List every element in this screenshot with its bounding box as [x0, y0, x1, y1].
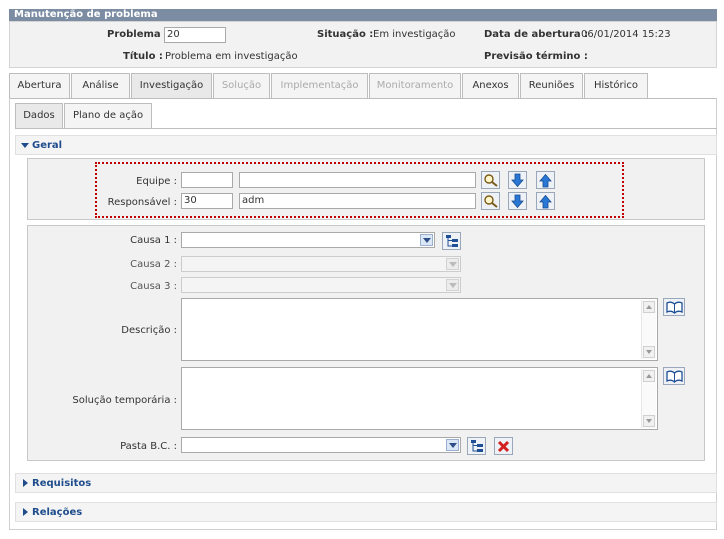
tab-investigacao[interactable]: Investigação — [131, 73, 212, 98]
book-icon — [666, 301, 683, 314]
solucao-temporaria-scrollbar[interactable] — [641, 369, 656, 428]
header-panel: Problema : 20 Situação : Em investigação… — [9, 21, 717, 68]
scroll-up-icon[interactable] — [643, 301, 655, 313]
chevron-down-icon[interactable] — [446, 439, 459, 451]
solucao-temporaria-label: Solução temporária : — [72, 395, 177, 406]
search-icon — [484, 174, 498, 187]
pasta-bc-label: Pasta B.C. : — [120, 441, 177, 452]
previsao-label: Previsão término : — [484, 51, 588, 62]
tree-icon — [471, 440, 483, 452]
titulo-label: Título : — [123, 51, 163, 62]
descricao-label: Descrição : — [121, 325, 177, 336]
chevron-down-icon — [446, 279, 459, 291]
section-requisitos[interactable]: Requisitos — [15, 473, 717, 493]
causa2-label: Causa 2 : — [130, 259, 177, 270]
section-geral-label: Geral — [32, 140, 63, 151]
scroll-down-icon[interactable] — [643, 415, 655, 427]
causa1-select[interactable] — [181, 232, 435, 248]
book-icon — [666, 370, 683, 383]
triangle-right-icon — [23, 508, 28, 516]
responsavel-up-button[interactable] — [536, 192, 555, 210]
search-icon — [484, 195, 498, 208]
tab-abertura[interactable]: Abertura — [9, 73, 70, 98]
problema-label: Problema : — [107, 29, 169, 40]
responsavel-search-button[interactable] — [481, 192, 500, 210]
titulo-value: Problema em investigação — [165, 51, 298, 62]
tab-reunioes[interactable]: Reuniões — [520, 73, 583, 98]
responsavel-label: Responsável : — [107, 197, 177, 208]
pasta-bc-value — [182, 439, 185, 450]
responsavel-code-input[interactable]: 30 — [181, 193, 233, 209]
equipe-search-button[interactable] — [481, 171, 500, 189]
window-title: Manutenção de problema — [9, 9, 717, 21]
tab-anexos[interactable]: Anexos — [462, 73, 519, 98]
causa1-label: Causa 1 : — [130, 235, 177, 246]
solucao-temporaria-textarea[interactable] — [181, 367, 658, 430]
delete-icon — [497, 440, 510, 453]
causa3-label: Causa 3 : — [130, 281, 177, 292]
responsavel-name-input[interactable]: adm — [239, 193, 476, 209]
equipe-code-input[interactable] — [181, 172, 233, 188]
arrow-down-icon — [511, 173, 524, 188]
chevron-down-icon[interactable] — [420, 234, 433, 246]
situacao-label: Situação : — [317, 29, 374, 40]
triangle-right-icon — [23, 479, 28, 487]
scroll-up-icon[interactable] — [643, 370, 655, 382]
pasta-bc-select[interactable] — [181, 437, 461, 453]
tab-plano-de-acao[interactable]: Plano de ação — [64, 103, 152, 128]
pasta-bc-delete-button[interactable] — [494, 437, 513, 455]
causa1-value — [182, 234, 185, 245]
situacao-value: Em investigação — [373, 29, 456, 40]
causa1-tree-button[interactable] — [442, 232, 461, 250]
tab-historico[interactable]: Histórico — [584, 73, 648, 98]
descricao-textarea[interactable] — [181, 298, 658, 361]
causa3-value — [182, 279, 185, 290]
solucao-temporaria-book-button[interactable] — [663, 367, 685, 385]
triangle-down-icon — [21, 143, 29, 148]
arrow-up-icon — [539, 194, 552, 209]
causa3-select — [181, 277, 461, 293]
descricao-value — [182, 299, 657, 303]
arrow-down-icon — [511, 194, 524, 209]
tab-monitoramento: Monitoramento — [369, 73, 461, 98]
equipe-name-input[interactable] — [239, 172, 476, 188]
section-relacoes[interactable]: Relações — [15, 502, 717, 522]
scroll-down-icon[interactable] — [643, 346, 655, 358]
descricao-scrollbar[interactable] — [641, 300, 656, 359]
solucao-temporaria-value — [182, 368, 657, 372]
responsavel-down-button[interactable] — [508, 192, 527, 210]
section-relacoes-label: Relações — [32, 507, 83, 518]
section-geral[interactable]: Geral — [15, 135, 717, 155]
equipe-up-button[interactable] — [536, 171, 555, 189]
pasta-bc-tree-button[interactable] — [467, 437, 486, 455]
causa2-select — [181, 256, 461, 272]
section-requisitos-label: Requisitos — [32, 478, 92, 489]
tab-implementacao: Implementação — [271, 73, 368, 98]
tab-analise[interactable]: Análise — [71, 73, 130, 98]
descricao-book-button[interactable] — [663, 298, 685, 316]
chevron-down-icon — [446, 258, 459, 270]
tab-dados[interactable]: Dados — [15, 103, 63, 128]
subtabs-divider — [15, 128, 717, 129]
equipe-label: Equipe : — [136, 176, 177, 187]
tree-icon — [446, 235, 458, 247]
arrow-up-icon — [539, 173, 552, 188]
equipe-down-button[interactable] — [508, 171, 527, 189]
tab-solucao: Solução — [213, 73, 270, 98]
data-abertura-label: Data de abertura : — [484, 29, 589, 40]
problema-input[interactable]: 20 — [164, 27, 226, 43]
data-abertura-value: 06/01/2014 15:23 — [581, 29, 671, 40]
causa2-value — [182, 258, 185, 269]
